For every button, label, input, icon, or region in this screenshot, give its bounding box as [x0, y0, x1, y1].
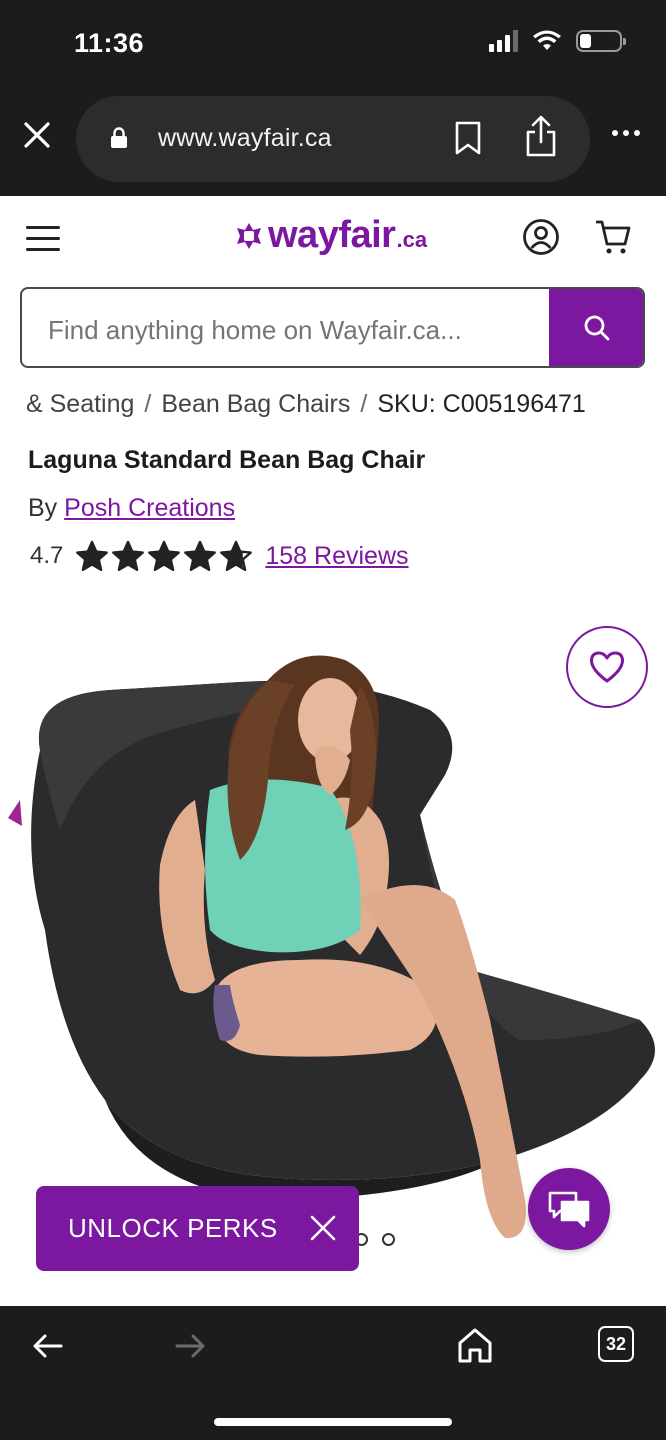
logo-mark-icon — [237, 222, 261, 249]
status-time: 11:36 — [74, 28, 145, 58]
lock-icon — [111, 127, 127, 148]
bookmark-icon[interactable] — [454, 120, 482, 156]
star-icon — [184, 540, 217, 571]
browser-top-bar: 11:36 www.wayfair.ca — [0, 0, 666, 196]
close-icon[interactable] — [309, 1214, 337, 1242]
url-text: www.wayfair.ca — [158, 124, 332, 152]
perks-label: UNLOCK PERKS — [68, 1213, 278, 1243]
star-icon — [76, 540, 109, 571]
address-bar[interactable]: www.wayfair.ca — [76, 96, 590, 182]
rating-value: 4.7 — [30, 542, 64, 569]
by-prefix: By — [28, 494, 58, 522]
status-icons — [489, 30, 626, 52]
forward-arrow-icon[interactable] — [174, 1332, 206, 1360]
tab-count-button[interactable]: 32 — [598, 1326, 634, 1362]
chat-icon — [548, 1191, 590, 1228]
wishlist-button[interactable] — [566, 626, 648, 708]
more-options-icon[interactable] — [612, 130, 640, 136]
star-icon — [148, 540, 181, 571]
product-title: Laguna Standard Bean Bag Chair — [28, 446, 426, 474]
home-indicator — [214, 1418, 452, 1426]
browser-bottom-bar: 32 — [0, 1306, 666, 1440]
star-icon — [112, 540, 145, 571]
back-arrow-icon[interactable] — [32, 1332, 64, 1360]
search-input[interactable] — [48, 315, 528, 346]
site-header: wayfair .ca — [0, 196, 666, 280]
battery-icon — [576, 30, 626, 52]
chat-button[interactable] — [528, 1168, 610, 1250]
logo-text: wayfair — [268, 214, 396, 256]
close-icon[interactable] — [22, 120, 52, 150]
breadcrumb-item-seating[interactable]: & Seating — [26, 390, 134, 418]
breadcrumb-item-bean-bag-chairs[interactable]: Bean Bag Chairs — [161, 390, 350, 418]
home-icon[interactable] — [456, 1326, 494, 1364]
carousel-dot[interactable] — [382, 1233, 395, 1246]
search-bar — [20, 287, 645, 368]
search-button[interactable] — [549, 289, 643, 366]
search-icon — [584, 315, 610, 340]
star-rating — [75, 540, 253, 572]
carousel-dots[interactable] — [355, 1233, 395, 1246]
breadcrumb-sku: SKU: C005196471 — [377, 390, 586, 418]
share-icon[interactable] — [524, 114, 558, 158]
menu-icon[interactable] — [26, 226, 60, 259]
unlock-perks-banner[interactable]: UNLOCK PERKS — [36, 1186, 359, 1271]
reviews-link[interactable]: 158 Reviews — [265, 542, 408, 571]
rating-row: 4.7 158 Reviews — [30, 540, 409, 572]
heart-icon — [590, 651, 624, 683]
cart-icon[interactable] — [594, 218, 632, 256]
breadcrumb: & Seating / Bean Bag Chairs / SKU: C00519647… — [26, 390, 586, 418]
account-icon[interactable] — [522, 218, 560, 256]
wayfair-logo[interactable]: wayfair .ca — [234, 214, 427, 257]
star-icon — [220, 540, 253, 571]
cellular-signal-icon — [489, 30, 518, 52]
brand-line: By Posh Creations — [28, 494, 235, 523]
brand-link[interactable]: Posh Creations — [64, 494, 235, 522]
wifi-icon — [533, 30, 561, 50]
logo-suffix: .ca — [396, 227, 428, 252]
